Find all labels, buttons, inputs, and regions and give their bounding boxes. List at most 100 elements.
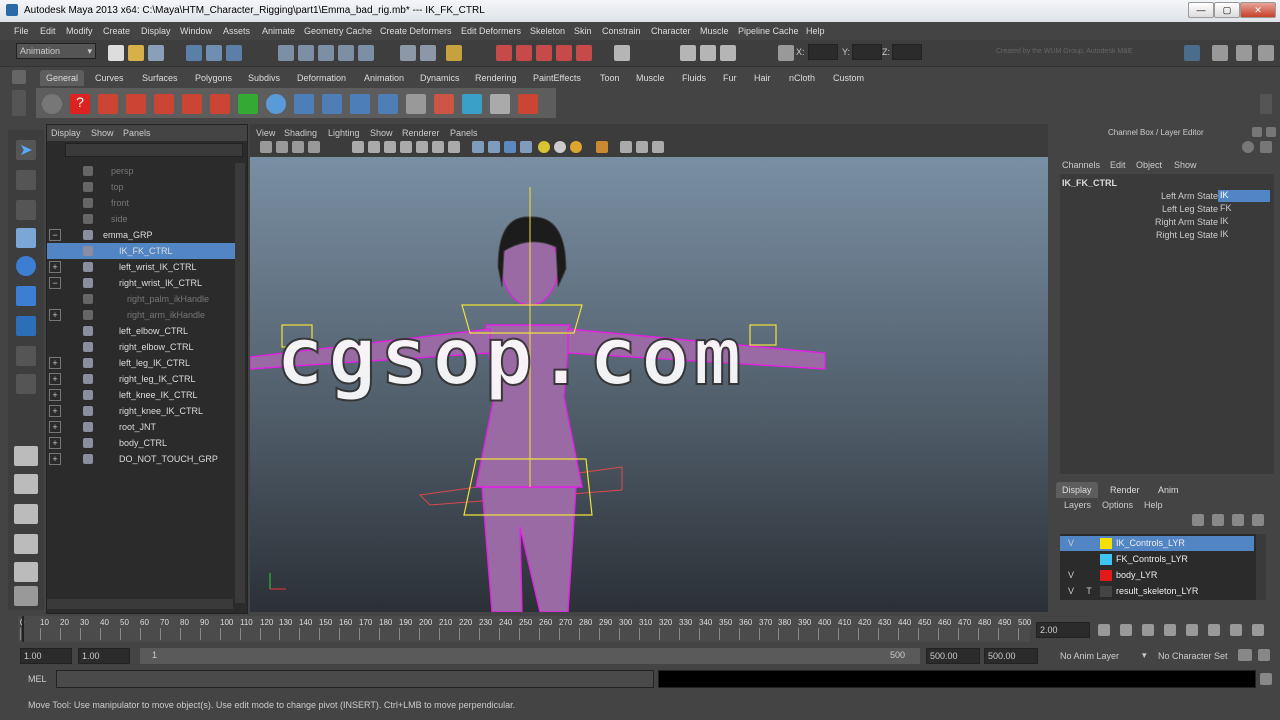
expand-icon[interactable]: + [49, 405, 61, 417]
render-settings-icon[interactable] [536, 45, 552, 61]
attribute-editor-icon[interactable] [680, 45, 696, 61]
select-object-icon[interactable] [206, 45, 222, 61]
select-hierarchy-icon[interactable] [186, 45, 202, 61]
current-time-marker[interactable] [22, 616, 24, 642]
shelf-tab-general[interactable]: General [40, 70, 85, 86]
outliner-row[interactable]: − emma_GRP [47, 227, 237, 243]
select-component-icon[interactable] [226, 45, 242, 61]
safe-action-icon[interactable] [432, 141, 444, 153]
menu-file[interactable]: File [14, 26, 29, 36]
field-chart-icon[interactable] [416, 141, 428, 153]
help-icon[interactable]: ? [70, 94, 90, 114]
isolate-select-icon[interactable] [596, 141, 608, 153]
viewport-menu-renderer[interactable]: Renderer [402, 128, 440, 138]
expand-icon[interactable]: + [49, 421, 61, 433]
layer-visibility-toggle[interactable]: V [1064, 570, 1078, 580]
expand-icon[interactable]: + [49, 373, 61, 385]
menu-create-deformers[interactable]: Create Deformers [380, 26, 452, 36]
ik-spline-icon[interactable] [154, 94, 174, 114]
expand-icon[interactable]: + [49, 357, 61, 369]
resolution-gate-icon[interactable] [384, 141, 396, 153]
move-layer-up-icon[interactable] [1192, 514, 1204, 526]
camera-attr-icon[interactable] [276, 141, 288, 153]
safe-title-icon[interactable] [448, 141, 460, 153]
shelf-tab-painteffects[interactable]: PaintEffects [527, 70, 587, 86]
lock-icon[interactable] [446, 45, 462, 61]
scale-tool-icon[interactable] [16, 286, 36, 306]
select-tool-icon[interactable] [42, 94, 62, 114]
outliner-row[interactable]: left_elbow_CTRL [47, 323, 237, 339]
outliner-row[interactable]: right_palm_ikHandle [47, 291, 237, 307]
menu-modify[interactable]: Modify [66, 26, 93, 36]
toggle-panel-icon[interactable] [1212, 45, 1228, 61]
command-input[interactable] [56, 670, 654, 688]
toggle-panel-icon-3[interactable] [1258, 45, 1274, 61]
expand-icon[interactable]: + [49, 453, 61, 465]
outliner-horizontal-scrollbar[interactable] [47, 599, 233, 609]
history-icon[interactable] [400, 45, 416, 61]
outliner-row[interactable]: + left_knee_IK_CTRL [47, 387, 237, 403]
toggle-panel-icon-2[interactable] [1236, 45, 1252, 61]
shelf-tab-ncloth[interactable]: nCloth [783, 70, 821, 86]
orient-constraint-icon[interactable] [322, 94, 342, 114]
render-current-icon[interactable] [496, 45, 512, 61]
expand-icon[interactable]: + [49, 389, 61, 401]
preferences-icon[interactable] [1258, 649, 1270, 661]
anim-layer-dropdown[interactable]: No Anim Layer [1060, 651, 1119, 661]
outliner-row[interactable]: − right_wrist_IK_CTRL [47, 275, 237, 291]
joint-tool-icon[interactable] [98, 94, 118, 114]
new-layer-selected-icon[interactable] [1252, 514, 1264, 526]
menu-skeleton[interactable]: Skeleton [530, 26, 565, 36]
close-button[interactable]: ✕ [1240, 2, 1276, 18]
channels-menu-show[interactable]: Show [1174, 160, 1197, 170]
time-slider[interactable]: 0102030405060708090100110120130140150160… [0, 614, 1280, 644]
minimize-button[interactable]: — [1188, 2, 1214, 18]
paint-weights-icon[interactable] [210, 94, 230, 114]
x-field[interactable] [808, 44, 838, 60]
step-back-key-icon[interactable] [1120, 624, 1132, 636]
menu-character[interactable]: Character [651, 26, 691, 36]
panel-close-icon[interactable] [1266, 127, 1276, 137]
layer-row[interactable]: V IK_Controls_LYR [1060, 536, 1254, 551]
layers-menu-options[interactable]: Options [1102, 500, 1133, 510]
layer-visibility-toggle[interactable]: V [1064, 586, 1078, 596]
z-field[interactable] [892, 44, 922, 60]
save-scene-icon[interactable] [148, 45, 164, 61]
y-field[interactable] [852, 44, 882, 60]
point-constraint-icon[interactable] [294, 94, 314, 114]
cluster-icon[interactable] [490, 94, 510, 114]
parent-constraint-icon[interactable] [378, 94, 398, 114]
expand-icon[interactable]: + [49, 437, 61, 449]
time-ruler[interactable]: 0102030405060708090100110120130140150160… [18, 616, 1031, 642]
outliner-row[interactable]: right_elbow_CTRL [47, 339, 237, 355]
bind-skin-icon[interactable] [182, 94, 202, 114]
tool-settings-icon[interactable] [700, 45, 716, 61]
single-pane-layout-icon[interactable] [14, 446, 38, 466]
smooth-shade-icon[interactable] [488, 141, 500, 153]
default-light-icon[interactable] [538, 141, 550, 153]
soft-mod-icon[interactable] [16, 346, 36, 366]
hypershade-icon[interactable] [556, 45, 572, 61]
channel-attr-value[interactable]: IK [1218, 229, 1270, 241]
outliner-row[interactable]: side [47, 211, 237, 227]
layer-list-scrollbar[interactable] [1256, 534, 1266, 600]
image-plane-icon[interactable] [308, 141, 320, 153]
lasso-icon[interactable] [16, 170, 36, 190]
menu-edit[interactable]: Edit [40, 26, 56, 36]
play-forward-icon[interactable] [1186, 624, 1198, 636]
center-pivot-icon[interactable] [462, 94, 482, 114]
move-layer-down-icon[interactable] [1212, 514, 1224, 526]
layer-tab-display[interactable]: Display [1056, 482, 1098, 498]
outliner-row[interactable]: + left_wrist_IK_CTRL [47, 259, 237, 275]
character-set-dropdown[interactable]: No Character Set [1158, 651, 1228, 661]
channel-row[interactable]: Right Arm State IK [1060, 216, 1274, 229]
outliner-layout-icon[interactable] [14, 586, 38, 606]
menu-assets[interactable]: Assets [223, 26, 250, 36]
sphere-icon[interactable] [266, 94, 286, 114]
four-pane-layout-icon[interactable] [14, 474, 38, 494]
playback-start-field[interactable]: 1.00 [78, 648, 130, 664]
play-backward-icon[interactable] [1164, 624, 1176, 636]
channel-box-toggle-icon[interactable] [1242, 141, 1254, 153]
menu-pipeline-cache[interactable]: Pipeline Cache [738, 26, 799, 36]
channels-menu-edit[interactable]: Edit [1110, 160, 1126, 170]
